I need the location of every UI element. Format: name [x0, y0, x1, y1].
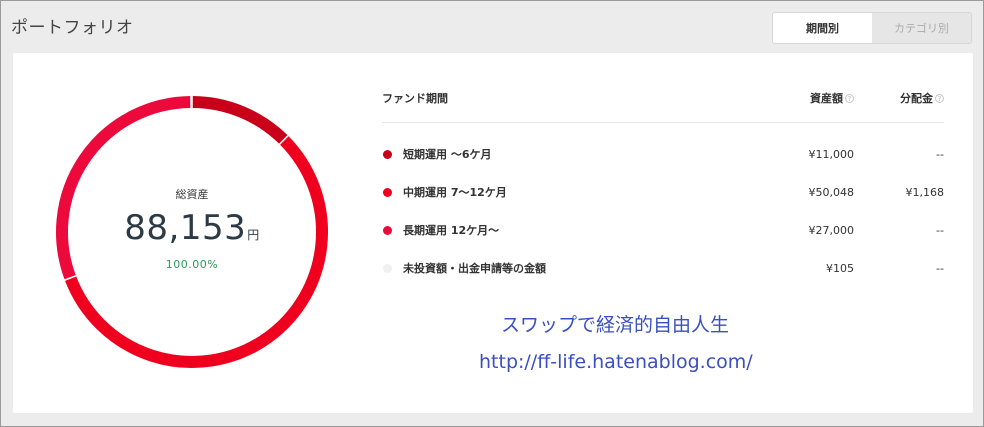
row-dividend: ¥1,168 [905, 185, 945, 199]
help-icon[interactable]: ? [845, 94, 854, 103]
total-assets-percent: 100.00% [165, 257, 219, 271]
tab-by-category[interactable]: カテゴリ別 [872, 13, 971, 43]
table-rows: 短期運用 〜6ケ月 ¥11,000 -- 中期運用 7〜12ケ月 ¥50,048… [382, 123, 944, 287]
help-icon[interactable]: ? [935, 94, 944, 103]
table-header: ファンド期間 資産額? 分配金? [382, 73, 944, 123]
header-fund-period: ファンド期間 [382, 91, 448, 105]
currency-unit: 円 [247, 227, 260, 242]
fund-period-table: ファンド期間 資産額? 分配金? 短期運用 〜6ケ月 ¥11,000 -- 中期… [382, 73, 944, 287]
table-row: 長期運用 12ケ月〜 ¥27,000 -- [382, 211, 944, 249]
tab-by-period[interactable]: 期間別 [773, 13, 872, 43]
table-row: 短期運用 〜6ケ月 ¥11,000 -- [382, 135, 944, 173]
legend-dot-icon [383, 263, 392, 273]
table-row: 未投資額・出金申請等の金額 ¥105 -- [382, 249, 944, 287]
portfolio-panel: ポートフォリオ 期間別 カテゴリ別 総資産 88,153円 100.00% ファ… [0, 0, 984, 427]
row-name: 未投資額・出金申請等の金額 [403, 262, 546, 275]
total-assets-value: 88,153 [124, 207, 247, 248]
blog-watermark-url: http://ff-life.hatenablog.com/ [479, 351, 753, 373]
header-dividend-label: 分配金 [900, 91, 933, 105]
row-dividend: -- [936, 223, 944, 237]
header-asset-amount: 資産額? [754, 90, 854, 106]
header-asset-amount-label: 資産額 [810, 91, 843, 105]
legend-dot-icon [383, 225, 392, 235]
section-title: ポートフォリオ [11, 18, 134, 38]
row-dividend: -- [936, 261, 944, 275]
total-assets-summary: 総資産 88,153円 100.00% [53, 93, 331, 371]
blog-watermark-title: スワップで経済的自由人生 [501, 314, 730, 336]
row-dividend: -- [936, 147, 944, 161]
row-amount: ¥27,000 [808, 223, 855, 237]
row-name: 長期運用 12ケ月〜 [403, 224, 500, 237]
row-name: 短期運用 〜6ケ月 [403, 148, 492, 161]
row-amount: ¥50,048 [808, 185, 855, 199]
total-assets-label: 総資産 [175, 187, 209, 201]
view-tabs: 期間別 カテゴリ別 [772, 12, 972, 44]
row-name: 中期運用 7〜12ケ月 [403, 186, 507, 199]
total-assets-amount: 88,153円 [124, 208, 259, 248]
legend-dot-icon [383, 187, 392, 197]
header-dividend: 分配金? [854, 90, 944, 106]
table-row: 中期運用 7〜12ケ月 ¥50,048 ¥1,168 [382, 173, 944, 211]
row-amount: ¥105 [826, 261, 854, 275]
row-amount: ¥11,000 [808, 147, 855, 161]
legend-dot-icon [383, 149, 392, 159]
